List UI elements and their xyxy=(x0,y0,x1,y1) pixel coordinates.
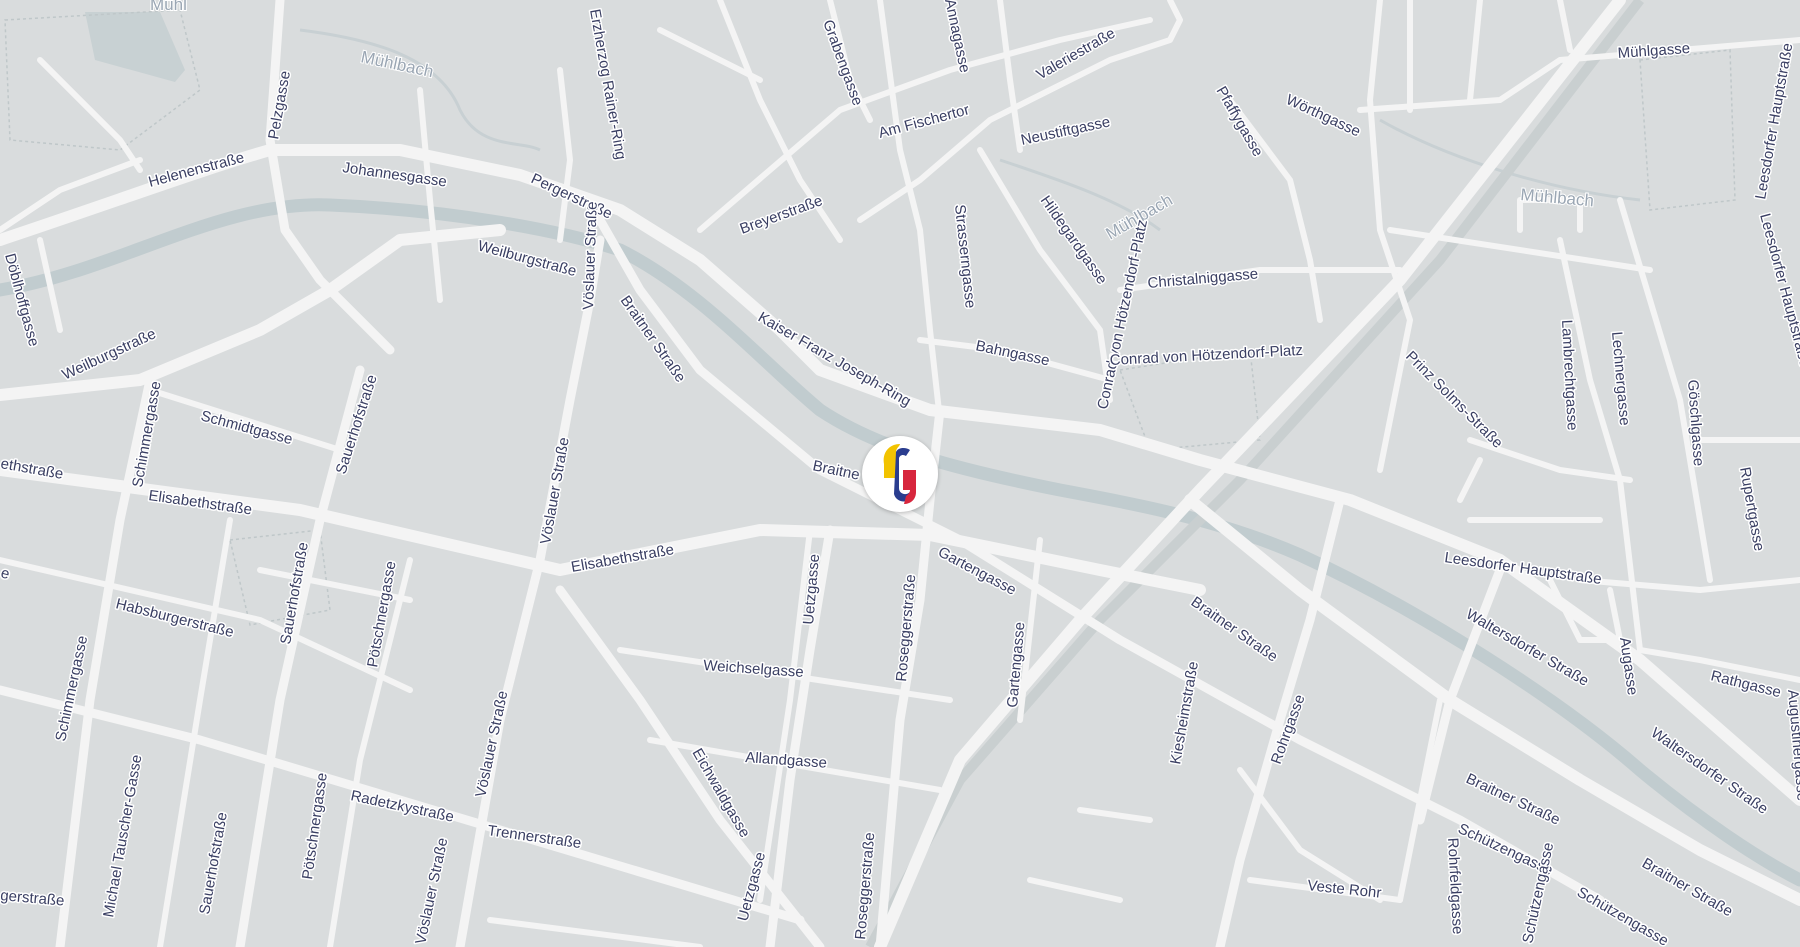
river-label-partial: Mühl xyxy=(150,0,187,14)
map-canvas[interactable]: Mühlbach Mühlbach Mühlbach Mühl Helenens… xyxy=(0,0,1800,947)
marker-logo-icon xyxy=(883,444,916,504)
location-marker[interactable] xyxy=(862,436,938,512)
